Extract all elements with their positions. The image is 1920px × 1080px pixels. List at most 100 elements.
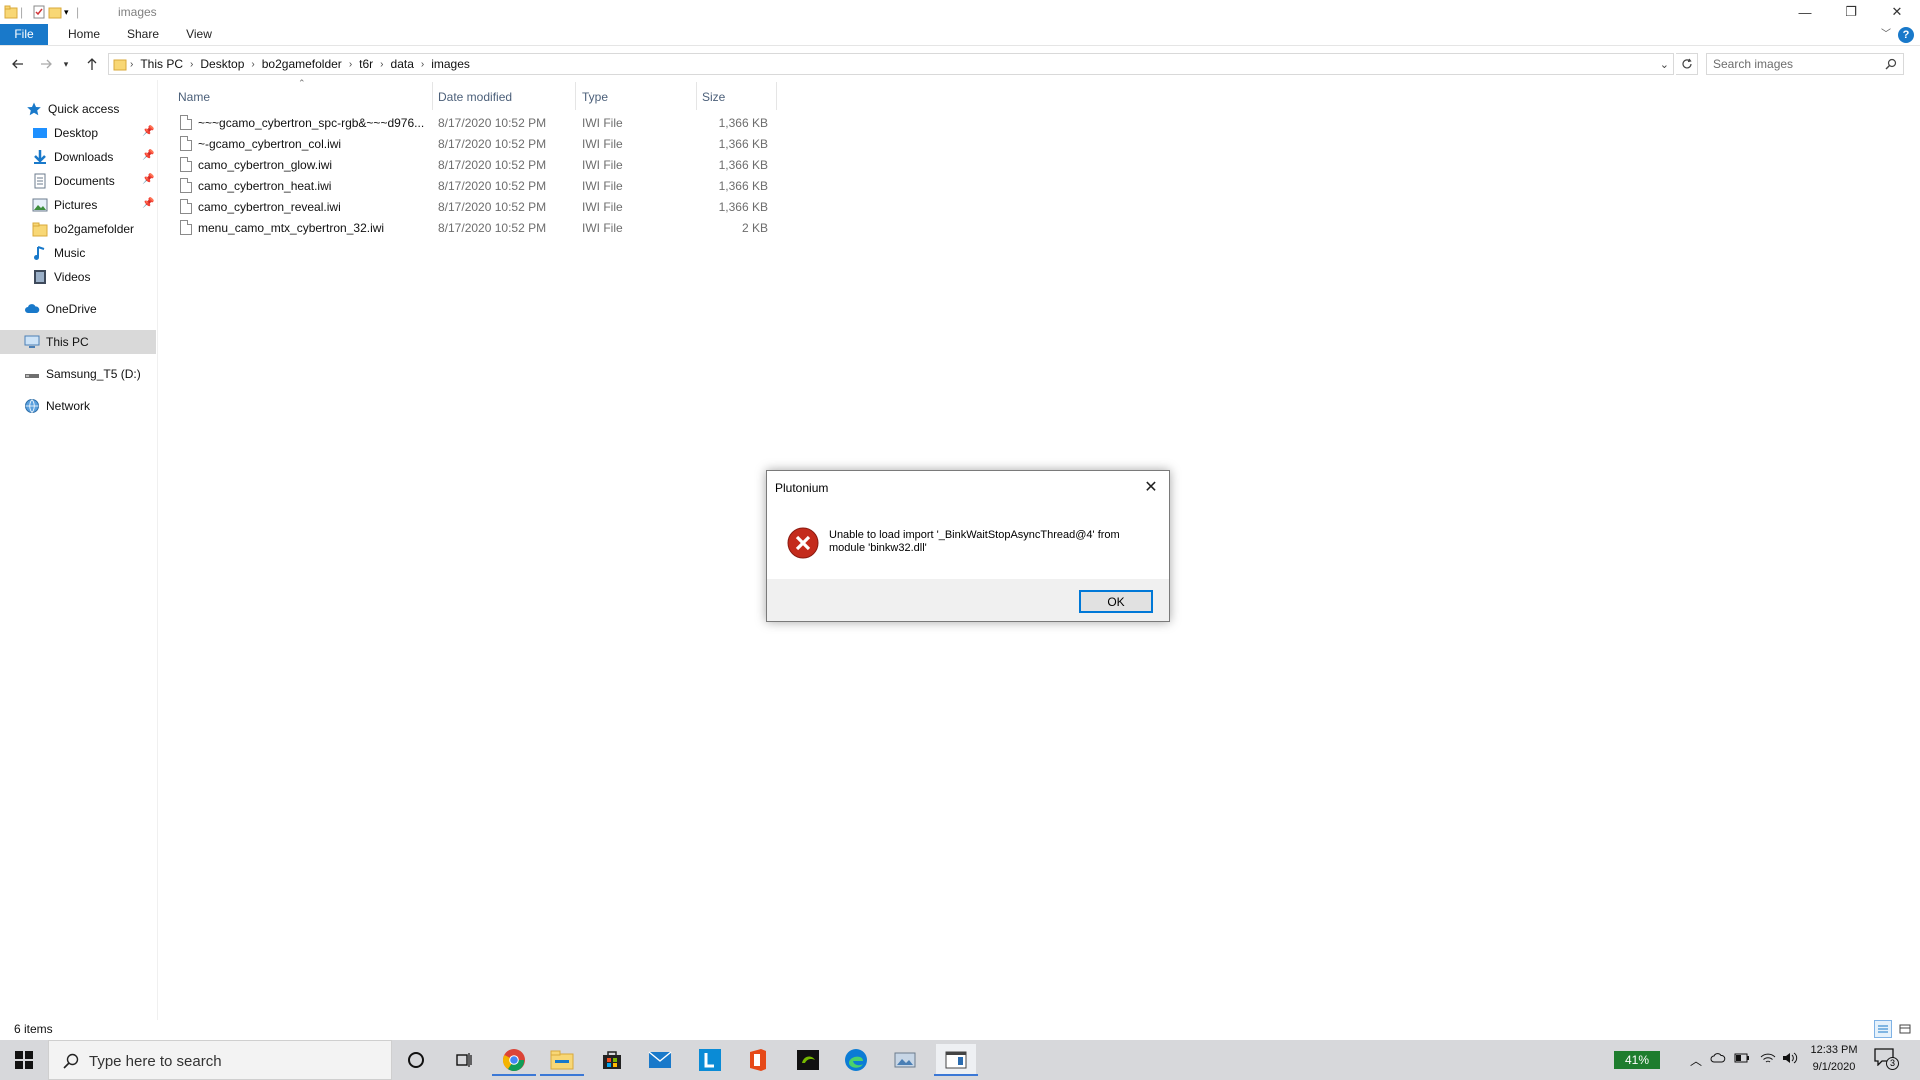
breadcrumb-chevron-icon[interactable]: › xyxy=(248,59,257,70)
file-row[interactable]: ~~~gcamo_cybertron_spc-rgb&~~~d976... 8/… xyxy=(170,112,790,133)
show-hidden-icons-chevron-icon[interactable]: ︿ xyxy=(1690,1052,1702,1069)
breadcrumb-data[interactable]: data xyxy=(387,57,418,71)
column-header-type[interactable]: Type xyxy=(582,86,692,108)
file-row[interactable]: camo_cybertron_heat.iwi 8/17/2020 10:52 … xyxy=(170,175,790,196)
breadcrumb-bo2gamefolder[interactable]: bo2gamefolder xyxy=(258,57,346,71)
restore-button[interactable]: ❐ xyxy=(1828,0,1874,24)
search-input[interactable] xyxy=(1713,56,1873,72)
breadcrumb-chevron-icon[interactable]: › xyxy=(127,59,136,70)
title-bar: | ▾ | images — ❐ ✕ xyxy=(0,0,1920,24)
dialog-close-icon[interactable]: ✕ xyxy=(1141,477,1161,497)
nav-item-pictures[interactable]: Pictures xyxy=(32,194,97,216)
pin-icon[interactable]: 📌 xyxy=(142,174,154,185)
nav-this-pc[interactable]: This PC xyxy=(24,331,89,353)
plutonium-app-icon[interactable] xyxy=(934,1044,978,1076)
battery-percentage[interactable]: 41% xyxy=(1614,1051,1660,1069)
expand-ribbon-icon[interactable]: ﹀ xyxy=(1878,24,1894,45)
file-size: 1,366 KB xyxy=(718,179,768,193)
file-row[interactable]: camo_cybertron_reveal.iwi 8/17/2020 10:5… xyxy=(170,196,790,217)
office-icon[interactable] xyxy=(740,1044,776,1076)
column-header-name[interactable]: Name xyxy=(178,86,428,108)
nav-item-downloads[interactable]: Downloads xyxy=(32,146,113,168)
mail-icon[interactable] xyxy=(642,1044,678,1076)
breadcrumb-this-pc[interactable]: This PC xyxy=(136,57,187,71)
tab-view[interactable]: View xyxy=(178,24,220,45)
breadcrumb-t6r[interactable]: t6r xyxy=(355,57,377,71)
ok-button[interactable]: OK xyxy=(1079,590,1153,613)
address-bar[interactable]: › This PC › Desktop › bo2gamefolder › t6… xyxy=(108,53,1674,75)
launcher-l-icon[interactable] xyxy=(692,1044,728,1076)
quick-access-dropdown-icon[interactable]: ▾ xyxy=(64,3,69,21)
nav-quick-access[interactable]: Quick access xyxy=(26,98,119,120)
file-date: 8/17/2020 10:52 PM xyxy=(438,158,547,172)
battery-tray-icon[interactable] xyxy=(1734,1052,1750,1067)
notifications-icon[interactable]: 3 xyxy=(1874,1048,1902,1074)
breadcrumb-chevron-icon[interactable]: › xyxy=(377,59,386,70)
nav-item-documents[interactable]: Documents xyxy=(32,170,115,192)
cortana-icon[interactable] xyxy=(398,1044,434,1076)
nvidia-icon[interactable] xyxy=(790,1044,826,1076)
breadcrumb-chevron-icon[interactable]: › xyxy=(346,59,355,70)
running-indicator xyxy=(934,1074,978,1076)
file-row[interactable]: camo_cybertron_glow.iwi 8/17/2020 10:52 … xyxy=(170,154,790,175)
tab-share[interactable]: Share xyxy=(120,24,166,45)
clock-date[interactable]: 9/1/2020 xyxy=(1806,1061,1862,1073)
pin-icon[interactable]: 📌 xyxy=(142,126,154,137)
wifi-icon[interactable] xyxy=(1760,1052,1776,1067)
column-separator[interactable] xyxy=(776,82,777,110)
search-icon[interactable] xyxy=(1885,58,1897,73)
pin-icon[interactable]: 📌 xyxy=(142,150,154,161)
minimize-button[interactable]: — xyxy=(1782,0,1828,24)
file-row[interactable]: ~-gcamo_cybertron_col.iwi 8/17/2020 10:5… xyxy=(170,133,790,154)
column-separator[interactable] xyxy=(575,82,576,110)
nav-onedrive[interactable]: OneDrive xyxy=(24,298,97,320)
tab-file[interactable]: File xyxy=(0,24,48,45)
nav-item-music[interactable]: Music xyxy=(32,242,85,264)
breadcrumb-desktop[interactable]: Desktop xyxy=(196,57,248,71)
chrome-icon[interactable] xyxy=(492,1044,536,1076)
column-header-date[interactable]: Date modified xyxy=(438,86,576,108)
windows-start-icon[interactable] xyxy=(0,1040,48,1080)
new-folder-icon[interactable] xyxy=(48,3,62,21)
close-button[interactable]: ✕ xyxy=(1874,0,1920,24)
refresh-icon[interactable] xyxy=(1676,53,1698,75)
help-icon[interactable]: ? xyxy=(1898,27,1914,43)
store-icon[interactable] xyxy=(594,1044,630,1076)
file-date: 8/17/2020 10:52 PM xyxy=(438,137,547,151)
file-explorer-icon[interactable] xyxy=(540,1044,584,1076)
large-icons-view-icon[interactable] xyxy=(1896,1020,1914,1038)
breadcrumb-chevron-icon[interactable]: › xyxy=(187,59,196,70)
nav-network[interactable]: Network xyxy=(24,395,90,417)
onedrive-tray-icon[interactable] xyxy=(1710,1052,1726,1067)
folder-icon xyxy=(32,221,48,237)
forward-arrow-icon[interactable] xyxy=(36,54,56,74)
nav-drive-d[interactable]: Samsung_T5 (D:) xyxy=(24,363,141,385)
taskbar-search-box[interactable]: Type here to search xyxy=(48,1040,392,1080)
nav-item-bo2gamefolder[interactable]: bo2gamefolder xyxy=(32,218,134,240)
nav-item-videos[interactable]: Videos xyxy=(32,266,90,288)
volume-icon[interactable] xyxy=(1782,1052,1798,1067)
file-row[interactable]: menu_camo_mtx_cybertron_32.iwi 8/17/2020… xyxy=(170,217,790,238)
clock-time[interactable]: 12:33 PM xyxy=(1806,1044,1862,1056)
network-icon xyxy=(24,398,40,414)
recent-locations-icon[interactable]: ▾ xyxy=(60,54,72,74)
tab-home[interactable]: Home xyxy=(62,24,106,45)
properties-icon[interactable] xyxy=(32,3,46,21)
file-icon xyxy=(180,136,192,151)
back-arrow-icon[interactable] xyxy=(8,54,28,74)
column-separator[interactable] xyxy=(432,82,433,110)
task-view-icon[interactable] xyxy=(446,1044,482,1076)
up-arrow-icon[interactable] xyxy=(82,54,102,74)
details-view-icon[interactable] xyxy=(1874,1020,1892,1038)
file-type: IWI File xyxy=(582,200,623,214)
edge-icon[interactable] xyxy=(838,1044,874,1076)
pin-icon[interactable]: 📌 xyxy=(142,198,154,209)
column-separator[interactable] xyxy=(696,82,697,110)
photo-viewer-icon[interactable] xyxy=(888,1044,924,1076)
nav-item-desktop[interactable]: Desktop xyxy=(32,122,98,144)
search-box[interactable] xyxy=(1706,53,1904,75)
column-header-size[interactable]: Size xyxy=(702,86,782,108)
address-history-chevron-icon[interactable]: ⌄ xyxy=(1660,58,1669,71)
breadcrumb-images[interactable]: images xyxy=(427,57,474,71)
breadcrumb-chevron-icon[interactable]: › xyxy=(418,59,427,70)
